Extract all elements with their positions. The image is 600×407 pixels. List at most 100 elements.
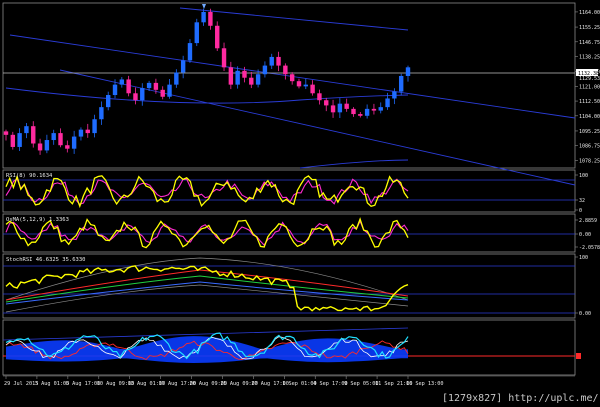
high-marker	[202, 4, 206, 9]
candle-body	[228, 67, 234, 85]
candle-body	[385, 98, 390, 108]
candle-body	[10, 134, 16, 147]
candle-body	[364, 108, 370, 116]
candle-body	[78, 129, 84, 137]
trading-chart: 1164.001155.251146.751138.251129.501121.…	[0, 0, 600, 407]
candle-body	[17, 133, 22, 147]
candle-body	[37, 143, 43, 151]
candle-body	[31, 126, 36, 144]
candle-body	[126, 79, 131, 94]
candle-body	[392, 91, 397, 99]
candle-body	[405, 67, 411, 76]
candle-body	[303, 84, 308, 87]
time-tick-label: 16 Sep 13:00	[406, 381, 443, 387]
osma-label: OsMA(5,12,9) 1.3363	[6, 217, 69, 223]
bottom-level-marker	[576, 353, 581, 359]
candle-body	[85, 129, 90, 134]
rsi-tick-label: 0	[579, 208, 582, 214]
candle-body	[296, 81, 302, 87]
osma-tick-label: 0.00	[579, 232, 591, 238]
rsi-tick-label: 100	[579, 173, 588, 179]
candle-body	[276, 56, 281, 66]
candle-body	[44, 140, 50, 151]
candle-body	[58, 133, 63, 146]
price-tick-label: 1095.25	[579, 129, 600, 135]
candle-body	[174, 72, 179, 85]
candle-body	[208, 11, 213, 26]
candle-body	[167, 84, 172, 97]
stochrsi-lines	[3, 257, 575, 314]
candle-body	[133, 93, 138, 101]
candle-body	[92, 119, 97, 134]
candle-body	[255, 74, 261, 85]
time-tick-label: 5 Aug 17:00	[66, 381, 100, 387]
candle-body	[289, 74, 295, 82]
candle-body	[262, 65, 268, 75]
candle-body	[235, 70, 240, 85]
main-price-panel	[2, 2, 576, 169]
price-tick-label: 1155.25	[579, 25, 600, 31]
candle-body	[351, 108, 356, 115]
time-axis: 29 Jul 20153 Aug 01:005 Aug 17:0010 Aug …	[3, 375, 575, 387]
candle-body	[310, 84, 315, 94]
candle-body	[283, 65, 288, 75]
channel-top-line	[179, 7, 409, 31]
main-panel-overlays	[3, 7, 576, 186]
price-tick-label: 1086.75	[579, 144, 600, 150]
time-tick-label: 4 Sep 17:00	[313, 381, 347, 387]
candle-body	[106, 95, 111, 108]
candle-body	[215, 25, 220, 49]
candle-body	[51, 133, 56, 141]
candle-body	[371, 108, 377, 111]
price-tick-label-box: 1129.53	[579, 76, 600, 82]
stochrsi-line	[5, 265, 409, 312]
price-tick-label: 1164.00	[579, 10, 600, 16]
osma-tick-label: 2.8859	[579, 218, 597, 224]
time-tick-label: 29 Jul 2015	[4, 381, 38, 387]
price-tick-label: 1138.25	[579, 55, 600, 61]
candle-body	[398, 75, 404, 92]
osma-lines	[3, 217, 575, 249]
candle-body	[324, 100, 329, 106]
candle-body	[146, 82, 152, 89]
candle-body	[3, 131, 9, 135]
price-tick-label: 1121.00	[579, 84, 600, 90]
candle-body	[99, 107, 104, 120]
price-tick-label: 1146.75	[579, 40, 600, 46]
candle-body	[71, 136, 77, 149]
candle-body	[112, 84, 118, 96]
candle-body	[194, 22, 199, 44]
candle-body	[180, 60, 186, 73]
candle-body	[330, 105, 336, 113]
candle-body	[269, 56, 274, 66]
stoch-tick-label: 0.00	[579, 311, 591, 317]
candle-body	[337, 103, 343, 113]
osma-tick-label: -2.0578	[579, 245, 600, 251]
candlestick-series	[3, 4, 411, 155]
time-tick-label: 9 Sep 05:00	[344, 381, 378, 387]
price-axis: 1164.001155.251146.751138.251129.501121.…	[575, 10, 600, 164]
price-tick-label: 1104.00	[579, 114, 600, 120]
candle-body	[249, 77, 254, 85]
candle-body	[119, 79, 125, 85]
price-tick-label: 1078.25	[579, 158, 600, 164]
candle-body	[65, 145, 70, 149]
candle-body	[221, 48, 227, 68]
candle-body	[358, 114, 363, 116]
candle-body	[140, 88, 145, 101]
candle-body	[378, 107, 383, 111]
rsi-lines	[3, 174, 575, 209]
stoch-green-line	[5, 275, 409, 303]
candle-body	[201, 11, 206, 23]
stochrsi-label: StochRSI 46.6325 35.6330	[6, 257, 85, 263]
candle-body	[344, 103, 349, 109]
rsi-tick-label: 32	[579, 198, 585, 204]
osma-line	[5, 217, 409, 249]
time-tick-label: 3 Aug 01:00	[35, 381, 69, 387]
time-tick-label: 1 Sep 01:00	[282, 381, 316, 387]
candle-body	[242, 70, 247, 78]
candle-body	[153, 82, 159, 90]
candle-body	[317, 93, 322, 101]
chart-canvas: 1164.001155.251146.751138.251129.501121.…	[2, 2, 600, 404]
stoch-tick-label: 100	[579, 255, 588, 261]
